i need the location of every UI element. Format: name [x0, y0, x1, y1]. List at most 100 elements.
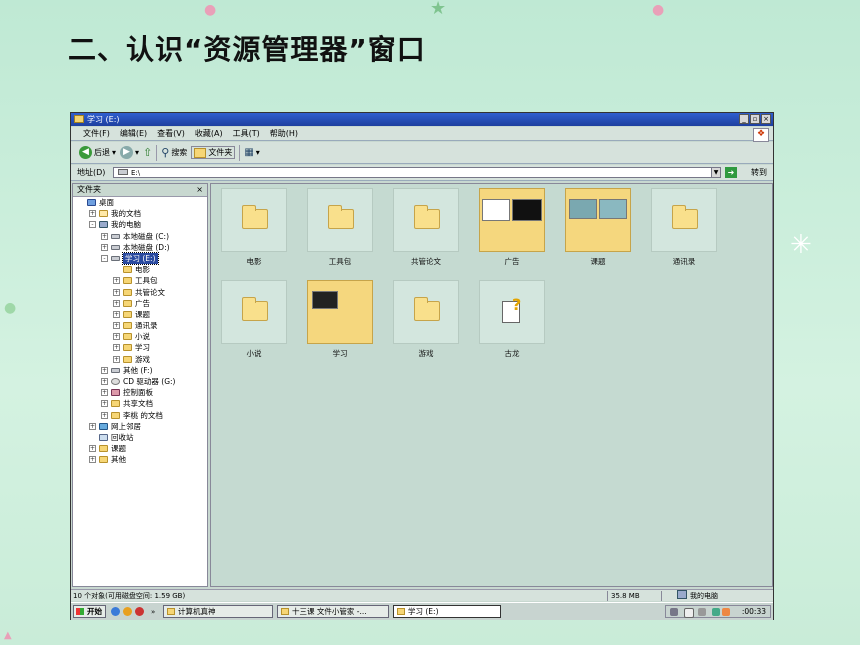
- search-button[interactable]: ⚲ 搜索: [161, 146, 187, 159]
- expand-icon[interactable]: +: [113, 355, 120, 363]
- expand-icon[interactable]: +: [101, 366, 108, 374]
- tree-item[interactable]: + 工具包: [73, 275, 207, 286]
- expand-icon[interactable]: +: [101, 243, 108, 251]
- tree-item[interactable]: 回收站: [73, 432, 207, 443]
- expand-icon[interactable]: +: [89, 456, 96, 464]
- tree-item[interactable]: + 李桃 的文档: [73, 410, 207, 421]
- go-button[interactable]: 转到: [751, 165, 767, 181]
- close-button[interactable]: ×: [761, 114, 771, 124]
- tree-item[interactable]: + 网上邻居: [73, 421, 207, 432]
- tree-item[interactable]: + 学习: [73, 342, 207, 353]
- task-button-active[interactable]: 学习 (E:): [393, 605, 501, 618]
- tree-item[interactable]: + 我的文档: [73, 208, 207, 219]
- file-item-label[interactable]: 电影: [211, 256, 297, 267]
- expand-icon[interactable]: +: [89, 445, 96, 453]
- collapse-icon[interactable]: -: [89, 221, 96, 229]
- tree-item[interactable]: + 共享文档: [73, 398, 207, 409]
- expand-icon[interactable]: +: [113, 333, 120, 341]
- tree-item[interactable]: - 我的电脑: [73, 219, 207, 230]
- file-item-label[interactable]: 共管论文: [383, 256, 469, 267]
- folders-button[interactable]: 文件夹: [191, 146, 236, 159]
- go-arrow-icon[interactable]: ➜: [725, 167, 737, 178]
- qq-icon[interactable]: [722, 608, 730, 616]
- printer-icon[interactable]: [670, 608, 678, 616]
- tree-item[interactable]: + 其他 (F:): [73, 365, 207, 376]
- menu-favorites[interactable]: 收藏(A): [195, 127, 223, 140]
- expand-icon[interactable]: +: [101, 400, 108, 408]
- network-icon[interactable]: [712, 608, 720, 616]
- back-button[interactable]: ◀ 后退 ▾: [79, 146, 116, 159]
- file-item-label[interactable]: 工具包: [297, 256, 383, 267]
- media-icon[interactable]: [123, 607, 132, 616]
- forward-button[interactable]: ▶ ▾: [120, 146, 139, 159]
- title-bar[interactable]: 学习 (E:) _ ▫ ×: [71, 113, 773, 126]
- task-button[interactable]: 十三课 文件小管家 -...: [277, 605, 389, 618]
- tree-item[interactable]: + 通讯录: [73, 320, 207, 331]
- file-item-label[interactable]: 课题: [555, 256, 641, 267]
- expand-icon[interactable]: +: [101, 389, 108, 397]
- menu-file[interactable]: 文件(F): [83, 127, 110, 140]
- tree-item[interactable]: + 小说: [73, 331, 207, 342]
- up-folder-icon[interactable]: ⇧: [143, 146, 152, 159]
- file-item[interactable]: [651, 188, 717, 252]
- task-button[interactable]: 计算机真神: [163, 605, 273, 618]
- tree-item[interactable]: + 其他: [73, 454, 207, 465]
- help-icon[interactable]: [684, 608, 694, 618]
- views-button[interactable]: ▦ ▾: [244, 147, 259, 158]
- file-item-label[interactable]: 学习: [297, 348, 383, 359]
- file-item[interactable]: [393, 280, 459, 344]
- tree-item[interactable]: + 控制面板: [73, 387, 207, 398]
- tree-item[interactable]: + 游戏: [73, 354, 207, 365]
- expand-icon[interactable]: +: [89, 210, 96, 218]
- tree-item[interactable]: - 学习 (E:): [73, 251, 207, 265]
- chevron-right-icon[interactable]: »: [151, 603, 155, 621]
- file-item-label[interactable]: 游戏: [383, 348, 469, 359]
- tree-item[interactable]: + CD 驱动器 (G:): [73, 376, 207, 387]
- expand-icon[interactable]: +: [101, 411, 108, 419]
- file-item-label[interactable]: 广告: [469, 256, 555, 267]
- expand-icon[interactable]: +: [113, 344, 120, 352]
- file-item[interactable]: [221, 188, 287, 252]
- tree-item[interactable]: 电影: [73, 264, 207, 275]
- file-item[interactable]: [565, 188, 631, 252]
- address-label: 地址(D): [77, 168, 106, 177]
- address-dropdown-button[interactable]: ▼: [711, 167, 721, 178]
- file-item-label[interactable]: 通讯录: [641, 256, 727, 267]
- tree-item[interactable]: + 共管论文: [73, 287, 207, 298]
- menu-help[interactable]: 帮助(H): [270, 127, 298, 140]
- file-item[interactable]: [221, 280, 287, 344]
- expand-icon[interactable]: +: [89, 422, 96, 430]
- expand-icon[interactable]: +: [113, 277, 120, 285]
- volume-icon[interactable]: [698, 608, 706, 616]
- minimize-button[interactable]: _: [739, 114, 749, 124]
- maximize-button[interactable]: ▫: [750, 114, 760, 124]
- expand-icon[interactable]: +: [101, 378, 108, 385]
- expand-icon[interactable]: +: [113, 322, 120, 330]
- menu-tools[interactable]: 工具(T): [233, 127, 260, 140]
- file-item-label[interactable]: 古龙: [469, 348, 555, 359]
- start-button[interactable]: 开始: [73, 605, 106, 618]
- close-pane-button[interactable]: ×: [196, 184, 203, 196]
- tree-item[interactable]: + 课题: [73, 309, 207, 320]
- file-item[interactable]: [307, 280, 373, 344]
- expand-icon[interactable]: +: [113, 299, 120, 307]
- file-item[interactable]: [479, 188, 545, 252]
- menu-view[interactable]: 查看(V): [157, 127, 185, 140]
- tree-item[interactable]: + 本地磁盘 (D:): [73, 242, 207, 253]
- ie-icon[interactable]: [111, 607, 120, 616]
- tree-item[interactable]: + 本地磁盘 (C:): [73, 231, 207, 242]
- expand-icon[interactable]: +: [113, 310, 120, 318]
- tree-item[interactable]: + 广告: [73, 298, 207, 309]
- tree-item[interactable]: 桌面: [73, 197, 207, 208]
- tree-item[interactable]: + 课题: [73, 443, 207, 454]
- expand-icon[interactable]: +: [113, 288, 120, 296]
- file-item-label[interactable]: 小说: [211, 348, 297, 359]
- file-item[interactable]: [307, 188, 373, 252]
- menu-edit[interactable]: 编辑(E): [120, 127, 147, 140]
- collapse-icon[interactable]: -: [101, 254, 108, 262]
- expand-icon[interactable]: +: [101, 232, 108, 240]
- address-input[interactable]: E:\: [113, 167, 721, 178]
- file-item[interactable]: [393, 188, 459, 252]
- file-item[interactable]: ?: [479, 280, 545, 344]
- app-icon[interactable]: [135, 607, 144, 616]
